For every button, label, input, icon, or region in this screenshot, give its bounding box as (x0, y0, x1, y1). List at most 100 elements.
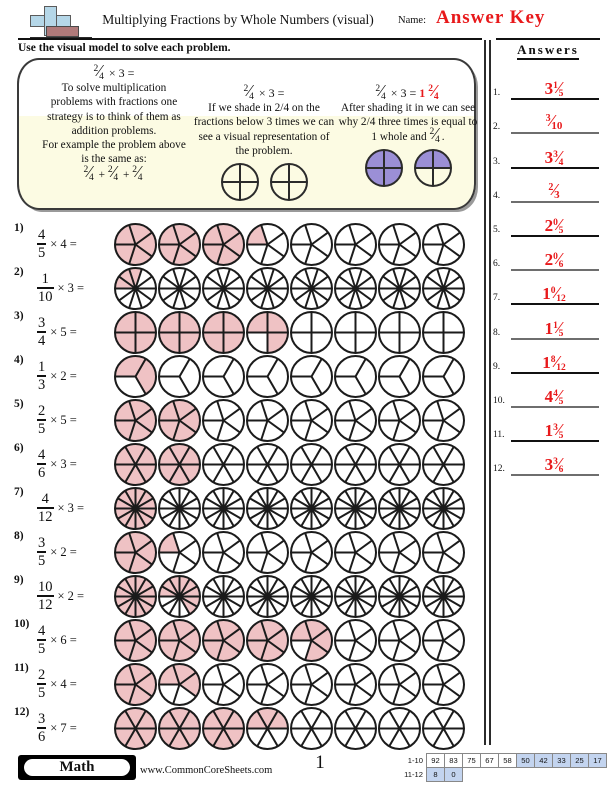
problem-circle[interactable] (246, 223, 289, 271)
score-cell[interactable]: 75 (462, 753, 481, 768)
problem-circle[interactable] (202, 443, 245, 491)
problem-circle[interactable] (246, 355, 289, 403)
problem-circle[interactable] (114, 443, 157, 491)
problem-circle[interactable] (246, 707, 289, 755)
score-cell[interactable]: 50 (516, 753, 535, 768)
problem-circle[interactable] (378, 311, 421, 359)
problem-circle[interactable] (422, 487, 465, 535)
problem-circle[interactable] (290, 311, 333, 359)
problem-circle[interactable] (202, 355, 245, 403)
problem-circle[interactable] (422, 575, 465, 623)
score-cell[interactable]: 17 (588, 753, 607, 768)
problem-circle[interactable] (290, 707, 333, 755)
problem-circle[interactable] (290, 443, 333, 491)
problem-circle[interactable] (246, 487, 289, 535)
problem-circle[interactable] (378, 443, 421, 491)
problem-circle[interactable] (202, 575, 245, 623)
problem-circle[interactable] (158, 619, 201, 667)
problem-circle[interactable] (290, 355, 333, 403)
problem-circle[interactable] (246, 443, 289, 491)
problem-circle[interactable] (246, 531, 289, 579)
problem-circle[interactable] (114, 575, 157, 623)
problem-circle[interactable] (114, 223, 157, 271)
problem-circle[interactable] (246, 619, 289, 667)
problem-circle[interactable] (334, 619, 377, 667)
problem-circle[interactable] (158, 267, 201, 315)
problem-circle[interactable] (158, 355, 201, 403)
problem-circle[interactable] (334, 311, 377, 359)
problem-circle[interactable] (334, 531, 377, 579)
problem-circle[interactable] (158, 223, 201, 271)
problem-circle[interactable] (202, 663, 245, 711)
problem-circle[interactable] (158, 575, 201, 623)
problem-circle[interactable] (290, 267, 333, 315)
problem-circle[interactable] (334, 663, 377, 711)
problem-circle[interactable] (246, 663, 289, 711)
problem-circle[interactable] (114, 619, 157, 667)
problem-circle[interactable] (422, 223, 465, 271)
problem-circle[interactable] (290, 531, 333, 579)
problem-circle[interactable] (202, 223, 245, 271)
problem-circle[interactable] (334, 399, 377, 447)
problem-circle[interactable] (246, 267, 289, 315)
problem-circle[interactable] (158, 443, 201, 491)
score-cell[interactable]: 92 (426, 753, 445, 768)
problem-circle[interactable] (422, 663, 465, 711)
problem-circle[interactable] (378, 487, 421, 535)
problem-circle[interactable] (422, 531, 465, 579)
problem-circle[interactable] (202, 487, 245, 535)
problem-circle[interactable] (290, 487, 333, 535)
problem-circle[interactable] (202, 619, 245, 667)
problem-circle[interactable] (290, 619, 333, 667)
score-cell[interactable]: 8 (426, 767, 445, 782)
problem-circle[interactable] (334, 355, 377, 403)
problem-circle[interactable] (114, 487, 157, 535)
problem-circle[interactable] (334, 223, 377, 271)
problem-circle[interactable] (158, 707, 201, 755)
score-cell[interactable]: 42 (534, 753, 553, 768)
problem-circle[interactable] (202, 707, 245, 755)
problem-circle[interactable] (334, 267, 377, 315)
problem-circle[interactable] (158, 311, 201, 359)
problem-circle[interactable] (334, 575, 377, 623)
problem-circle[interactable] (114, 663, 157, 711)
problem-circle[interactable] (290, 223, 333, 271)
problem-circle[interactable] (202, 399, 245, 447)
score-cell[interactable]: 83 (444, 753, 463, 768)
problem-circle[interactable] (290, 575, 333, 623)
problem-circle[interactable] (114, 399, 157, 447)
problem-circle[interactable] (158, 663, 201, 711)
problem-circle[interactable] (334, 443, 377, 491)
problem-circle[interactable] (378, 223, 421, 271)
problem-circle[interactable] (378, 575, 421, 623)
problem-circle[interactable] (378, 531, 421, 579)
problem-circle[interactable] (422, 311, 465, 359)
problem-circle[interactable] (378, 267, 421, 315)
problem-circle[interactable] (422, 443, 465, 491)
problem-circle[interactable] (378, 355, 421, 403)
problem-circle[interactable] (334, 487, 377, 535)
score-cell[interactable]: 58 (498, 753, 517, 768)
score-cell[interactable]: 67 (480, 753, 499, 768)
problem-circle[interactable] (202, 267, 245, 315)
problem-circle[interactable] (378, 707, 421, 755)
problem-circle[interactable] (422, 619, 465, 667)
problem-circle[interactable] (114, 531, 157, 579)
problem-circle[interactable] (422, 355, 465, 403)
score-cell[interactable]: 25 (570, 753, 589, 768)
problem-circle[interactable] (290, 399, 333, 447)
problem-circle[interactable] (158, 487, 201, 535)
problem-circle[interactable] (114, 355, 157, 403)
problem-circle[interactable] (158, 531, 201, 579)
problem-circle[interactable] (378, 663, 421, 711)
problem-circle[interactable] (246, 575, 289, 623)
problem-circle[interactable] (202, 311, 245, 359)
problem-circle[interactable] (246, 311, 289, 359)
score-cell[interactable]: 0 (444, 767, 463, 782)
problem-circle[interactable] (378, 399, 421, 447)
problem-circle[interactable] (422, 399, 465, 447)
problem-circle[interactable] (290, 663, 333, 711)
problem-circle[interactable] (422, 267, 465, 315)
score-cell[interactable]: 33 (552, 753, 571, 768)
problem-circle[interactable] (114, 707, 157, 755)
